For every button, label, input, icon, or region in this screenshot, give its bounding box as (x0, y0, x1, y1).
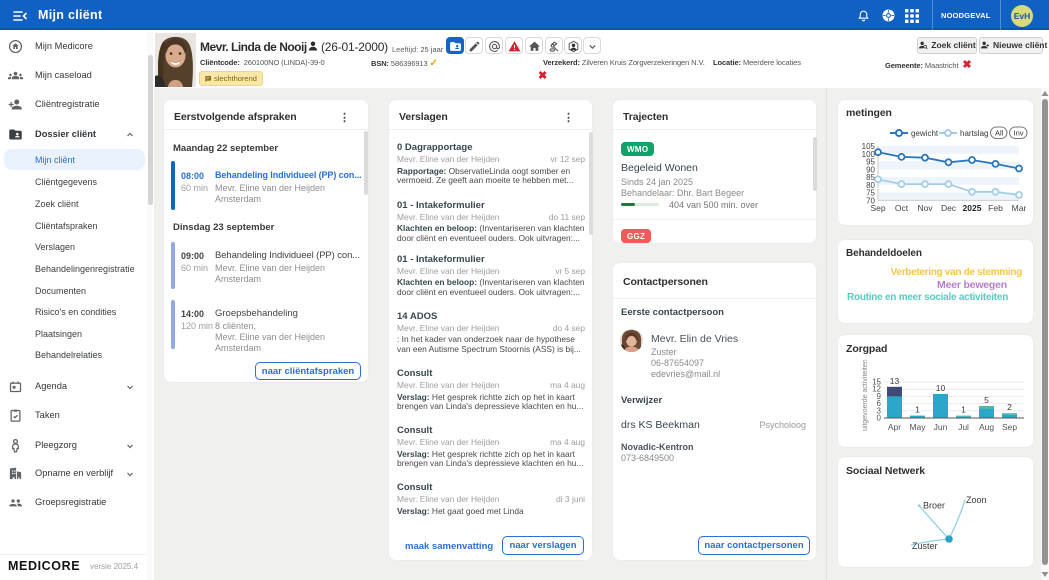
svg-text:Apr: Apr (888, 422, 901, 432)
svg-text:2025: 2025 (963, 203, 982, 213)
svg-text:uitgevoerde activiteiten: uitgevoerde activiteiten (862, 359, 869, 431)
svg-text:Sep: Sep (1002, 422, 1017, 432)
svg-text:10: 10 (936, 383, 946, 393)
svg-text:Inv: Inv (1014, 129, 1024, 138)
svg-text:Nov: Nov (917, 203, 933, 213)
svg-text:Dec: Dec (941, 203, 957, 213)
svg-text:Zuster: Zuster (912, 541, 938, 551)
svg-text:Oct: Oct (895, 203, 909, 213)
svg-text:1: 1 (961, 405, 966, 415)
svg-text:May: May (909, 422, 926, 432)
svg-text:Feb: Feb (988, 203, 1003, 213)
svg-text:2: 2 (1007, 402, 1012, 412)
svg-text:Sep: Sep (870, 203, 885, 213)
svg-text:5: 5 (984, 395, 989, 405)
svg-text:Mar: Mar (1012, 203, 1027, 213)
svg-text:1: 1 (915, 405, 920, 415)
svg-text:gewicht: gewicht (911, 129, 939, 138)
svg-text:Jul: Jul (958, 422, 969, 432)
svg-text:0: 0 (877, 414, 882, 423)
svg-text:Aug: Aug (979, 422, 994, 432)
svg-text:13: 13 (890, 376, 900, 386)
svg-text:Jun: Jun (934, 422, 948, 432)
svg-text:Zoon: Zoon (966, 495, 987, 505)
svg-text:hartslag: hartslag (960, 129, 988, 138)
svg-text:All: All (995, 129, 1004, 138)
svg-text:Broer: Broer (923, 501, 945, 511)
